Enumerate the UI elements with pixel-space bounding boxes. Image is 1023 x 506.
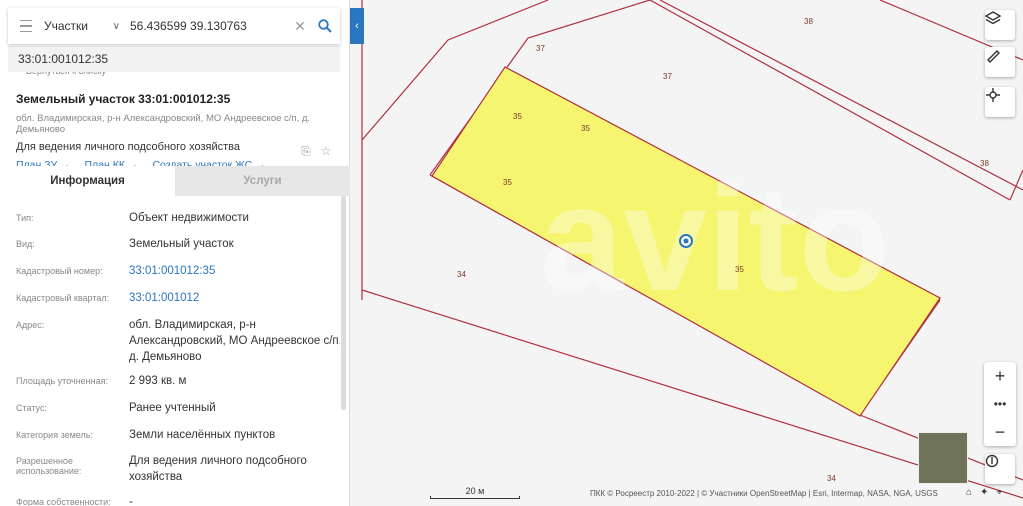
basemap-switcher[interactable] <box>918 432 968 484</box>
tab-information[interactable]: Информация <box>0 166 175 196</box>
layers-icon <box>985 11 1001 25</box>
parcel-label-35d: 35 <box>735 265 744 274</box>
star-icon[interactable]: ☆ <box>316 144 336 159</box>
ruler-button[interactable] <box>985 47 1015 77</box>
info-label: Категория земель: <box>16 430 93 440</box>
search-input[interactable] <box>126 19 290 33</box>
info-value: Ранее учтенный <box>129 402 216 414</box>
target-small-icon[interactable]: ⌖ <box>996 487 1002 498</box>
parcel-label-35c: 35 <box>503 178 512 187</box>
locate-small-icon[interactable]: ✦ <box>980 487 988 498</box>
info-value: Объект недвижимости <box>129 212 249 224</box>
info-row: Форма собственности: - <box>0 494 340 506</box>
crosshair-icon <box>986 88 1000 102</box>
menu-icon[interactable] <box>8 8 44 44</box>
info-row: Разрешенное использование: Для ведения ли… <box>0 453 340 485</box>
info-value[interactable]: 33:01:001012:35 <box>129 263 340 279</box>
map-attribution: ПКК © Росреестр 2010-2022 | © Участники … <box>590 489 938 498</box>
info-value: Земельный участок <box>129 238 234 250</box>
parcel-label-35b: 35 <box>581 124 590 133</box>
chevron-left-icon: ‹ <box>355 20 359 32</box>
info-tabs: Информация Услуги <box>0 166 350 196</box>
parcel-label-37a: 37 <box>536 44 545 53</box>
parcel-label-35a: 35 <box>513 112 522 121</box>
collapse-panel-button[interactable]: ‹ <box>350 8 364 44</box>
object-address: обл. Владимирская, р-н Александровский, … <box>16 113 311 135</box>
zoom-controls: + ••• − <box>984 362 1016 446</box>
info-value[interactable]: 33:01:001012 <box>129 290 340 306</box>
info-label: Статус: <box>16 403 47 413</box>
info-list: Тип: Объект недвижимости Вид: Земельный уча… <box>0 196 340 506</box>
info-value: - <box>129 496 133 506</box>
close-icon[interactable]: ✕ <box>290 18 310 35</box>
location-pin-icon <box>985 454 999 468</box>
info-value: 2 993 кв. м <box>129 375 187 387</box>
document-search-icon[interactable]: ⎘ <box>296 144 316 159</box>
info-label: Форма собственности: <box>16 497 111 506</box>
zoom-in-button[interactable]: + <box>984 362 1016 390</box>
parcel-label-38b: 38 <box>980 159 989 168</box>
info-label: Вид: <box>16 239 35 249</box>
parcel-label-37b: 37 <box>663 72 672 81</box>
chevron-down-icon: ∨ <box>112 20 120 32</box>
location-marker-dot <box>683 238 689 244</box>
info-label: Тип: <box>16 213 34 223</box>
info-label: Разрешенное использование: <box>16 456 82 476</box>
object-header: Земельный участок 33:01:001012:35 обл. В… <box>16 92 336 171</box>
info-row: Кадастровый квартал: 33:01:001012 <box>0 290 340 306</box>
search-type-label: Участки <box>44 19 88 33</box>
info-row: Категория земель: Земли населённых пункто… <box>0 427 340 443</box>
object-actions: ⎘ ☆ <box>296 144 336 159</box>
home-icon[interactable]: ⌂ <box>966 487 972 498</box>
bottom-map-icons: ⌂ ✦ ⌖ <box>966 487 1010 498</box>
side-panel: Участки ∨ ✕ Вернуться к списку 33:01:001… <box>0 0 350 506</box>
search-icon <box>318 19 332 33</box>
object-purpose: Для ведения личного подсобного хозяйства <box>16 141 240 153</box>
info-row: Тип: Объект недвижимости <box>0 210 340 226</box>
info-row: Кадастровый номер: 33:01:001012:35 <box>0 263 340 279</box>
object-title: Земельный участок 33:01:001012:35 <box>16 92 231 106</box>
scrollbar[interactable] <box>341 196 346 410</box>
parcel-label-34b: 34 <box>827 474 836 483</box>
info-value: Для ведения личного подсобного хозяйства <box>129 455 307 483</box>
zoom-out-button[interactable]: − <box>984 418 1016 446</box>
search-type-select[interactable]: Участки ∨ <box>44 19 126 33</box>
compass-button[interactable] <box>985 454 1015 484</box>
info-label: Адрес: <box>16 320 45 330</box>
info-label: Кадастровый квартал: <box>16 293 110 303</box>
info-row: Площадь уточненная: 2 993 кв. м <box>0 373 340 389</box>
search-button[interactable] <box>310 19 340 33</box>
watermark: avito <box>540 154 890 322</box>
info-row: Адрес: обл. Владимирская, р-н Александров… <box>0 317 340 365</box>
layers-button[interactable] <box>985 10 1015 40</box>
scale-line <box>430 496 520 499</box>
ruler-icon <box>987 50 1000 63</box>
info-row: Вид: Земельный участок <box>0 236 340 252</box>
scale-label: 20 м <box>465 486 485 496</box>
scale-bar: 20 м <box>430 486 520 499</box>
search-suggestion[interactable]: 33:01:001012:35 <box>8 46 340 72</box>
parcel-label-38a: 38 <box>804 17 813 26</box>
info-label: Кадастровый номер: <box>16 266 103 276</box>
info-row: Статус: Ранее учтенный <box>0 400 340 416</box>
info-label: Площадь уточненная: <box>16 376 108 386</box>
locate-button[interactable] <box>985 87 1015 117</box>
tab-services[interactable]: Услуги <box>175 166 350 196</box>
more-button[interactable]: ••• <box>984 390 1016 418</box>
info-value: обл. Владимирская, р-н Александровский, … <box>129 319 340 363</box>
parcel-label-34a: 34 <box>457 270 466 279</box>
info-value: Земли населённых пунктов <box>129 429 276 441</box>
search-bar: Участки ∨ ✕ <box>8 8 340 44</box>
